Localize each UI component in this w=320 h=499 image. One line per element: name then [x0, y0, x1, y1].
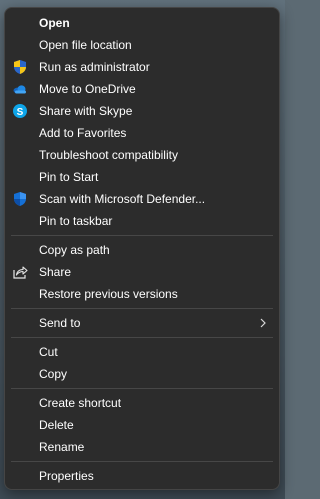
desktop-background: Open Open file location Run as administr…	[0, 0, 285, 499]
menu-item-pin-to-start[interactable]: Pin to Start	[5, 166, 279, 188]
menu-item-share[interactable]: Share	[5, 261, 279, 283]
menu-separator	[11, 308, 273, 309]
menu-item-label: Cut	[39, 345, 58, 359]
menu-item-rename[interactable]: Rename	[5, 436, 279, 458]
menu-item-label: Run as administrator	[39, 60, 150, 74]
menu-item-properties[interactable]: Properties	[5, 465, 279, 487]
menu-separator	[11, 461, 273, 462]
menu-item-send-to[interactable]: Send to	[5, 312, 279, 334]
menu-item-label: Delete	[39, 418, 74, 432]
menu-item-label: Troubleshoot compatibility	[39, 148, 178, 162]
menu-item-label: Restore previous versions	[39, 287, 178, 301]
menu-item-scan-with-defender[interactable]: Scan with Microsoft Defender...	[5, 188, 279, 210]
menu-item-label: Properties	[39, 469, 94, 483]
menu-item-label: Pin to Start	[39, 170, 99, 184]
menu-item-label: Create shortcut	[39, 396, 122, 410]
menu-item-label: Copy	[39, 367, 68, 381]
menu-item-label: Move to OneDrive	[39, 82, 136, 96]
menu-item-create-shortcut[interactable]: Create shortcut	[5, 392, 279, 414]
menu-item-copy-as-path[interactable]: Copy as path	[5, 239, 279, 261]
chevron-right-icon	[260, 318, 266, 328]
menu-item-copy[interactable]: Copy	[5, 363, 279, 385]
menu-separator	[11, 337, 273, 338]
menu-item-restore-previous-versions[interactable]: Restore previous versions	[5, 283, 279, 305]
share-icon	[13, 266, 28, 279]
menu-separator	[11, 388, 273, 389]
svg-text:S: S	[17, 107, 24, 118]
menu-item-label: Share with Skype	[39, 104, 133, 118]
menu-item-label: Copy as path	[39, 243, 110, 257]
menu-item-open[interactable]: Open	[5, 12, 279, 34]
menu-item-open-file-location[interactable]: Open file location	[5, 34, 279, 56]
menu-item-label: Pin to taskbar	[39, 214, 113, 228]
menu-item-label: Rename	[39, 440, 85, 454]
menu-item-label: Scan with Microsoft Defender...	[39, 192, 206, 206]
menu-item-pin-to-taskbar[interactable]: Pin to taskbar	[5, 210, 279, 232]
menu-item-label: Share	[39, 265, 72, 279]
menu-item-label: Open file location	[39, 38, 132, 52]
menu-item-move-to-onedrive[interactable]: Move to OneDrive	[5, 78, 279, 100]
menu-item-delete[interactable]: Delete	[5, 414, 279, 436]
skype-icon: S	[13, 104, 27, 118]
onedrive-cloud-icon	[13, 85, 26, 94]
menu-item-label: Open	[39, 16, 70, 30]
menu-item-share-with-skype[interactable]: S Share with Skype	[5, 100, 279, 122]
menu-item-cut[interactable]: Cut	[5, 341, 279, 363]
uac-shield-icon	[14, 60, 26, 74]
menu-item-run-as-administrator[interactable]: Run as administrator	[5, 56, 279, 78]
menu-item-add-to-favorites[interactable]: Add to Favorites	[5, 122, 279, 144]
context-menu: Open Open file location Run as administr…	[4, 7, 280, 490]
menu-separator	[11, 235, 273, 236]
defender-shield-icon	[14, 192, 26, 206]
menu-item-troubleshoot-compatibility[interactable]: Troubleshoot compatibility	[5, 144, 279, 166]
menu-item-label: Add to Favorites	[39, 126, 127, 140]
menu-item-label: Send to	[39, 316, 81, 330]
